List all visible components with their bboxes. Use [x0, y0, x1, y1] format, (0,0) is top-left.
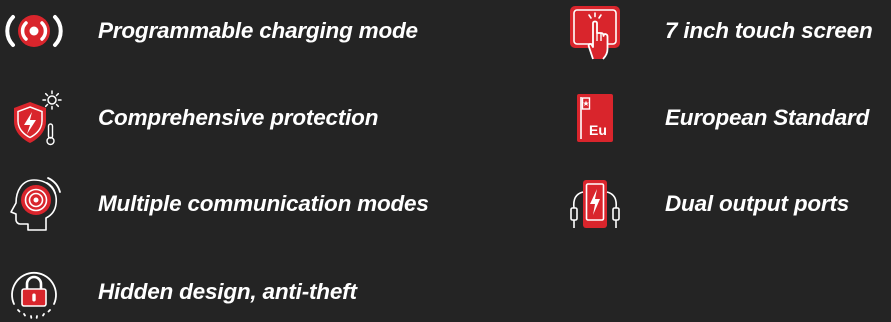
- feature-multiple-communication: Multiple communication modes: [4, 174, 429, 234]
- feature-label: Multiple communication modes: [98, 191, 429, 217]
- feature-touch-screen: 7 inch touch screen: [565, 1, 873, 61]
- feature-hidden-design: Hidden design, anti-theft: [4, 262, 357, 322]
- feature-label: Programmable charging mode: [98, 18, 418, 44]
- feature-comprehensive-protection: Comprehensive protection: [4, 88, 378, 148]
- feature-dual-output: Dual output ports: [565, 174, 849, 234]
- feature-label: 7 inch touch screen: [665, 18, 873, 44]
- feature-european-standard: Eu European Standard: [565, 88, 869, 148]
- feature-label: Dual output ports: [665, 191, 849, 217]
- broadcast-signal-icon: [4, 1, 64, 61]
- feature-label: Comprehensive protection: [98, 105, 378, 131]
- dual-port-charger-icon: [565, 174, 625, 234]
- feature-label: European Standard: [665, 105, 869, 131]
- head-signal-icon: [4, 174, 64, 234]
- european-standard-book-icon: Eu: [565, 88, 625, 148]
- touch-screen-icon: [565, 1, 625, 61]
- padlock-icon: [4, 262, 64, 322]
- feature-label: Hidden design, anti-theft: [98, 279, 357, 305]
- shield-lightning-icon: [4, 88, 64, 148]
- feature-programmable-charging: Programmable charging mode: [4, 1, 418, 61]
- eu-badge: Eu: [589, 122, 607, 138]
